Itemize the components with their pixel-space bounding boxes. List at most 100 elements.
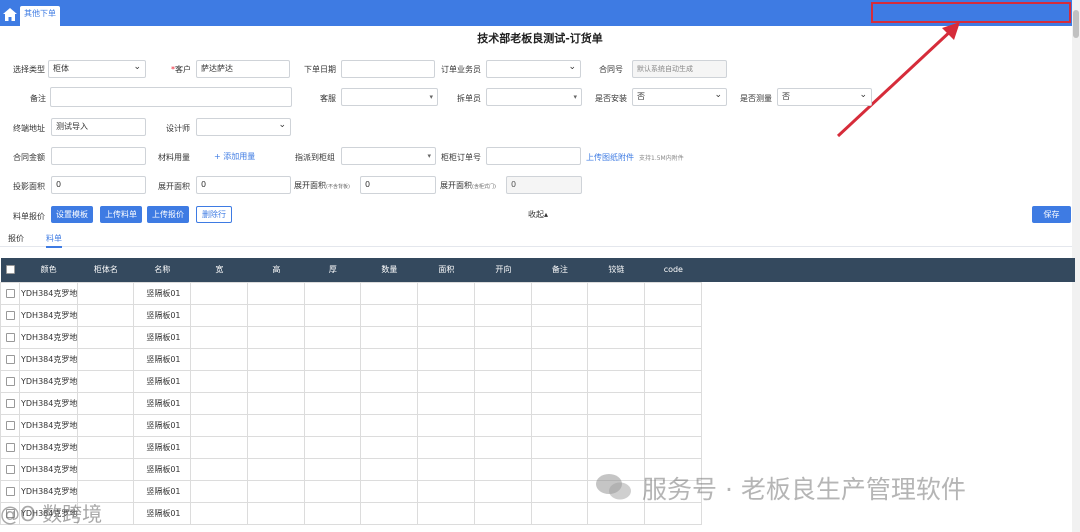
table-cell[interactable]	[360, 457, 419, 481]
table-cell[interactable]: YDH384克罗地	[18, 457, 79, 481]
table-cell[interactable]	[644, 281, 703, 305]
table-cell[interactable]: 竖隔板01	[133, 347, 192, 371]
table-cell[interactable]	[360, 391, 419, 415]
table-cell[interactable]	[304, 347, 362, 371]
table-cell[interactable]	[474, 303, 533, 327]
table-cell[interactable]	[247, 281, 306, 305]
table-cell[interactable]	[474, 501, 533, 525]
set-template-button[interactable]: 设置模板	[51, 206, 93, 223]
table-cell[interactable]: YDH384克罗地	[18, 347, 79, 371]
table-cell[interactable]	[587, 391, 646, 415]
table-cell[interactable]	[587, 347, 646, 371]
table-cell[interactable]	[247, 457, 306, 481]
table-cell[interactable]	[644, 391, 703, 415]
table-cell[interactable]	[360, 413, 419, 437]
row-checkbox[interactable]	[0, 457, 20, 481]
table-cell[interactable]	[360, 347, 419, 371]
table-cell[interactable]	[190, 281, 249, 305]
table-cell[interactable]	[474, 391, 533, 415]
table-cell[interactable]	[190, 347, 249, 371]
table-cell[interactable]	[304, 325, 362, 349]
table-cell[interactable]	[304, 281, 362, 305]
table-row[interactable]: YDH384克罗地 竖隔板01	[0, 435, 1075, 459]
table-cell[interactable]	[304, 391, 362, 415]
unfold-area-field[interactable]: 0	[196, 176, 291, 194]
install-select[interactable]: 否	[632, 88, 727, 106]
table-cell[interactable]	[531, 369, 589, 393]
table-cell[interactable]: 竖隔板01	[133, 413, 192, 437]
designer-select[interactable]	[196, 118, 291, 136]
table-cell[interactable]	[417, 281, 476, 305]
table-cell[interactable]	[77, 457, 135, 481]
row-checkbox[interactable]	[0, 413, 20, 437]
table-cell[interactable]	[417, 303, 476, 327]
table-cell[interactable]	[417, 391, 476, 415]
table-cell[interactable]	[531, 347, 589, 371]
table-row[interactable]: YDH384克罗地 竖隔板01	[0, 281, 1075, 305]
home-icon[interactable]	[3, 8, 17, 21]
contract-field[interactable]: 默认系统自动生成	[632, 60, 727, 78]
table-cell[interactable]	[587, 413, 646, 437]
splitter-select[interactable]	[486, 88, 582, 106]
measure-select[interactable]: 否	[777, 88, 872, 106]
table-cell[interactable]: 竖隔板01	[133, 281, 192, 305]
table-cell[interactable]	[531, 303, 589, 327]
table-row[interactable]: YDH384克罗地 竖隔板01	[0, 303, 1075, 327]
table-cell[interactable]	[587, 501, 646, 525]
table-cell[interactable]	[190, 479, 249, 503]
table-cell[interactable]	[247, 391, 306, 415]
table-cell[interactable]: YDH384克罗地	[18, 435, 79, 459]
table-cell[interactable]	[587, 435, 646, 459]
table-row[interactable]: YDH384克罗地 竖隔板01	[0, 391, 1075, 415]
table-cell[interactable]	[247, 435, 306, 459]
unfold-area-noback-field[interactable]: 0	[360, 176, 436, 194]
table-cell[interactable]: YDH384克罗地	[18, 303, 79, 327]
table-cell[interactable]	[644, 369, 703, 393]
table-cell[interactable]	[190, 413, 249, 437]
table-cell[interactable]: 竖隔板01	[133, 479, 192, 503]
table-cell[interactable]	[190, 501, 249, 525]
table-cell[interactable]	[247, 325, 306, 349]
table-cell[interactable]	[474, 479, 533, 503]
table-cell[interactable]	[531, 325, 589, 349]
table-cell[interactable]: 竖隔板01	[133, 501, 192, 525]
collapse-toggle[interactable]: 收起▴	[528, 209, 548, 220]
upload-drawing-link[interactable]: 上传图纸附件	[586, 152, 634, 163]
table-cell[interactable]	[247, 303, 306, 327]
table-row[interactable]: YDH384克罗地 竖隔板01	[0, 413, 1075, 437]
table-cell[interactable]	[77, 391, 135, 415]
table-cell[interactable]	[587, 281, 646, 305]
proj-area-field[interactable]: 0	[51, 176, 146, 194]
row-checkbox[interactable]	[0, 391, 20, 415]
table-row[interactable]: YDH384克罗地 竖隔板01	[0, 325, 1075, 349]
table-cell[interactable]	[360, 325, 419, 349]
customer-field[interactable]: 萨达萨达	[196, 60, 290, 78]
table-cell[interactable]	[474, 347, 533, 371]
row-checkbox[interactable]	[0, 325, 20, 349]
table-cell[interactable]	[474, 435, 533, 459]
table-cell[interactable]	[417, 325, 476, 349]
table-cell[interactable]	[474, 281, 533, 305]
row-checkbox[interactable]	[0, 303, 20, 327]
table-cell[interactable]	[304, 435, 362, 459]
table-cell[interactable]	[247, 479, 306, 503]
table-cell[interactable]	[360, 303, 419, 327]
service-select[interactable]	[341, 88, 438, 106]
row-checkbox[interactable]	[0, 347, 20, 371]
table-cell[interactable]	[531, 501, 589, 525]
table-cell[interactable]: 竖隔板01	[133, 303, 192, 327]
table-cell[interactable]	[77, 281, 135, 305]
table-cell[interactable]	[360, 435, 419, 459]
table-cell[interactable]: 竖隔板01	[133, 457, 192, 481]
type-select[interactable]: 柜体	[48, 60, 146, 78]
table-cell[interactable]	[304, 479, 362, 503]
table-cell[interactable]: 竖隔板01	[133, 369, 192, 393]
table-cell[interactable]	[190, 457, 249, 481]
table-cell[interactable]	[304, 457, 362, 481]
table-cell[interactable]	[77, 325, 135, 349]
table-cell[interactable]	[644, 435, 703, 459]
table-cell[interactable]	[304, 413, 362, 437]
add-material-link[interactable]: + 添加用量	[214, 151, 255, 162]
table-cell[interactable]	[531, 435, 589, 459]
table-cell[interactable]	[247, 501, 306, 525]
